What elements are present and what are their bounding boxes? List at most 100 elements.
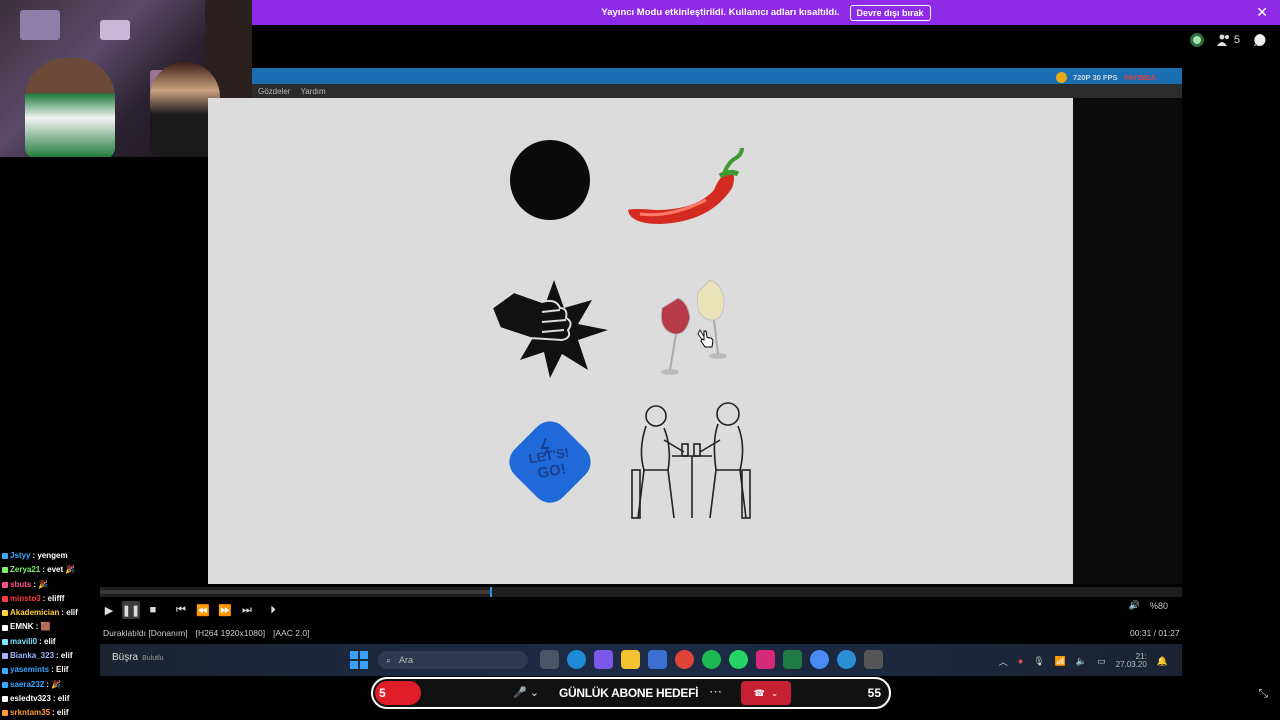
clock-date: 27.03.20	[1115, 660, 1147, 669]
goal-title: GÜNLÜK ABONE HEDEFİ	[559, 686, 699, 700]
notification-icon[interactable]: 🔔	[1157, 656, 1168, 667]
hang-up-button[interactable]: ☎ ⌄	[741, 681, 791, 705]
chat-badge-icon	[2, 567, 8, 574]
chat-message: Jstyy: yengem	[2, 549, 102, 563]
chat-text: : 🟫	[35, 622, 51, 632]
video-frame: LET'S! GO!	[208, 98, 1073, 584]
chrome-icon[interactable]	[675, 650, 694, 669]
edge-icon[interactable]	[567, 650, 586, 669]
chat-message: minsto3: elifff	[2, 592, 102, 606]
stream-status: 720P 30 FPS YAYINDA	[1056, 72, 1156, 83]
chat-username[interactable]: minsto3	[10, 592, 41, 606]
chat-badge-icon	[2, 624, 8, 631]
playback-state: Duraklatıldı [Donanım]	[103, 628, 188, 638]
chat-username[interactable]: esledtv323	[10, 692, 51, 706]
frame-step-icon[interactable]: ⏵	[264, 601, 282, 619]
rewind-icon[interactable]: ⏪	[194, 601, 212, 619]
seek-bar-fill	[100, 590, 490, 594]
taskbar-clock[interactable]: 21: 27.03.20	[1116, 653, 1147, 669]
pause-icon[interactable]: ❚❚	[122, 601, 140, 619]
video-codec: [H264 1920x1080]	[195, 628, 266, 638]
chat-message: esledtv323: elif	[2, 692, 102, 706]
store-icon[interactable]	[648, 650, 667, 669]
chat-text: : elif	[52, 693, 70, 703]
disable-streamer-mode-button[interactable]: Devre dışı bırak	[849, 4, 931, 21]
screen-share-titlebar	[252, 68, 1182, 84]
stream-chat: Jstyy: yengem Zerya21: evet 🎉 sbuts: 🎉 mins…	[2, 549, 102, 720]
whatsapp-icon[interactable]	[729, 650, 748, 669]
goal-current: 5	[379, 686, 386, 700]
task-view-icon[interactable]	[540, 650, 559, 669]
chat-text: : elif	[52, 708, 69, 718]
instagram-icon[interactable]	[756, 650, 775, 669]
chat-username[interactable]: EMNK	[10, 620, 34, 634]
chat-username[interactable]: Bianka_323	[10, 649, 54, 663]
taskbar-user: Büşra	[112, 652, 139, 663]
microphone-icon[interactable]: 🎙	[1033, 656, 1044, 667]
chat-icon[interactable]	[1252, 32, 1268, 48]
seek-bar[interactable]	[100, 587, 1182, 597]
chrome-profile-icon[interactable]	[810, 650, 829, 669]
server-avatar-icon[interactable]	[1189, 32, 1205, 48]
more-options-icon[interactable]: ⋯	[709, 684, 722, 700]
system-tray: ︿ ● 🎙 📶 🔈 ▭ 21: 27.03.20 🔔	[999, 653, 1168, 669]
microphone-icon[interactable]: 🎤 ⌄	[513, 686, 539, 699]
play-icon[interactable]: ▶	[100, 601, 118, 619]
chat-username[interactable]: sbuts	[10, 578, 31, 592]
phone-hangup-icon: ☎	[753, 687, 765, 698]
search-icon: ⌕	[386, 654, 392, 665]
subscriber-goal-widget: 5 🎤 ⌄ GÜNLÜK ABONE HEDEFİ ⋯ ☎ ⌄ 55	[371, 677, 891, 709]
chevron-up-icon[interactable]: ︿	[999, 655, 1008, 668]
chat-message: saera232: 🎉	[2, 678, 102, 692]
file-explorer-icon[interactable]	[621, 650, 640, 669]
search-placeholder: Ara	[399, 655, 414, 665]
chili-pepper-icon	[628, 147, 744, 224]
chat-badge-icon	[2, 667, 8, 674]
chat-message: srkntam35: elif	[2, 706, 102, 720]
menu-item-favorites[interactable]: Gözdeler	[258, 87, 290, 96]
start-menu-icon[interactable]	[350, 651, 368, 669]
copilot-icon[interactable]	[594, 650, 613, 669]
hand-cursor-icon	[700, 330, 714, 348]
chat-text: : evet 🎉	[42, 565, 76, 575]
stop-icon[interactable]: ■	[144, 601, 162, 619]
live-badge: YAYINDA	[1123, 73, 1156, 82]
members-icon[interactable]: 5	[1216, 32, 1240, 48]
chat-username[interactable]: saera232	[10, 678, 44, 692]
fast-forward-icon[interactable]: ⏩	[216, 601, 234, 619]
video-side-area	[1073, 98, 1182, 584]
spotify-icon[interactable]	[702, 650, 721, 669]
chat-message: sbuts: 🎉	[2, 578, 102, 592]
taskbar-weather[interactable]: Büşra Bulutlu	[112, 652, 164, 663]
player-status: Duraklatıldı [Donanım] [H264 1920x1080] …	[103, 628, 309, 638]
discord-icon[interactable]	[837, 650, 856, 669]
chevron-down-icon: ⌄	[770, 687, 779, 698]
menu-item-help[interactable]: Yardım	[300, 87, 325, 96]
previous-icon[interactable]: ⏮	[172, 601, 190, 619]
tray-app-icon[interactable]: ●	[1018, 656, 1023, 666]
close-icon[interactable]: ✕	[1256, 4, 1268, 21]
seek-bar-handle[interactable]	[490, 587, 492, 597]
chat-username[interactable]: srkntam35	[10, 706, 50, 720]
taskbar-search[interactable]: ⌕ Ara	[378, 651, 528, 669]
chat-username[interactable]: Zerya21	[10, 563, 40, 577]
chat-username[interactable]: Jstyy	[10, 549, 30, 563]
volume-control[interactable]: 🔊 %80	[1129, 600, 1168, 611]
next-icon[interactable]: ⏭	[238, 601, 256, 619]
chat-message: Akademician: elif	[2, 606, 102, 620]
exit-fullscreen-icon[interactable]: ⤡	[1258, 686, 1268, 701]
audio-codec: [AAC 2.0]	[273, 628, 310, 638]
chat-badge-icon	[2, 681, 8, 688]
goal-target: 55	[867, 686, 881, 700]
excel-icon[interactable]	[783, 650, 802, 669]
chat-username[interactable]: mavili0	[10, 635, 37, 649]
chat-username[interactable]: yasemints	[10, 663, 49, 677]
player-controls: ▶ ❚❚ ■ ⏮ ⏪ ⏩ ⏭ ⏵ 🔊 %80	[100, 600, 1182, 620]
couple-at-table-icon	[631, 402, 751, 519]
battery-icon[interactable]: ▭	[1097, 656, 1106, 667]
speaker-icon[interactable]: 🔊	[1129, 600, 1140, 611]
chat-username[interactable]: Akademician	[10, 606, 59, 620]
obs-icon[interactable]	[864, 650, 883, 669]
speaker-tray-icon[interactable]: 🔈	[1076, 656, 1087, 667]
wifi-icon[interactable]: 📶	[1055, 656, 1066, 667]
